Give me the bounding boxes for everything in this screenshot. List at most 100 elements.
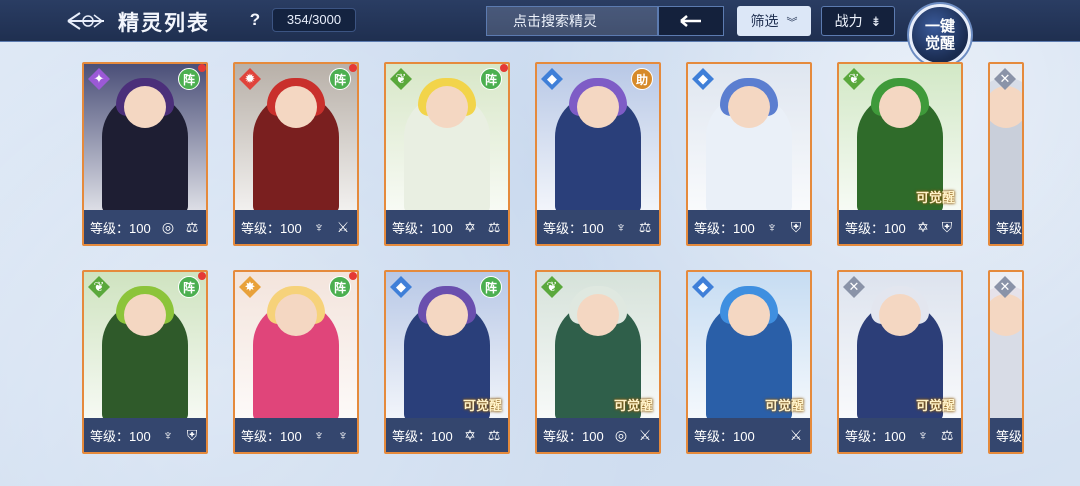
notification-dot [349,272,357,280]
trait-icons: ♆ ⛨ [158,425,202,445]
trait-icons: ♆ ⚔ [309,217,353,237]
spirit-card[interactable]: ◆ 等级：100 ♆ ⛨ [686,62,812,246]
trait-icons: ✡ ⛨ [913,217,957,237]
level-text: 等级：100 [543,220,604,236]
character-face [275,294,317,336]
search-go-button[interactable] [658,6,724,36]
level-text: 等级：100 [241,220,302,236]
level-text: 等级：100 [694,428,755,444]
awaken-label-line2: 觉醒 [924,35,955,52]
spirit-card[interactable]: ❦ 阵等级：100 ✡ ⚖ [384,62,510,246]
card-footer: 等级：100 ⚔ [688,418,810,452]
spirit-card[interactable]: ◆ 阵可觉醒 等级：100 ✡ ⚖ [384,270,510,454]
spirit-card[interactable]: ❦ 可觉醒 等级：100 ◎ ⚔ [535,270,661,454]
spirit-card[interactable]: ✕ 等级 [988,62,1024,246]
card-footer: 等级：100 ✡ ⚖ [386,418,508,452]
trait-icons: ✡ ⚖ [460,425,504,445]
character-face [124,86,166,128]
formation-badge: 阵 [178,276,200,298]
spirit-card[interactable]: ✸ 阵等级：100 ♆ ♆ [233,270,359,454]
trait-icon: ⚔ [789,426,803,443]
card-footer: 等级：100 ✡ ⛨ [839,210,961,244]
trait-icons: ♆ ⚖ [913,425,957,445]
power-label: 战力 [834,13,863,29]
trait-icon: ⚖ [638,218,652,235]
chevron-down-icon: ︾ [786,17,798,29]
trait-icon: ⚖ [487,426,501,443]
character-face [426,86,468,128]
spirit-count: 354/3000 [272,8,356,32]
spirit-card[interactable]: ✹ 阵等级：100 ♆ ⚔ [233,62,359,246]
trait-icon: ♆ [313,219,325,235]
level-text: 等级：100 [90,220,151,236]
level-text: 等级：100 [543,428,604,444]
trait-icon: ✡ [464,426,476,443]
level-text: 等级：100 [241,428,302,444]
card-footer: 等级：100 ♆ ⛨ [84,418,206,452]
character-face [426,294,468,336]
formation-badge: 阵 [329,276,351,298]
trait-icons: ♆ ♆ [309,425,353,445]
spirit-card[interactable]: ✕ 可觉醒 等级：100 ♆ ⚖ [837,270,963,454]
notification-dot [198,272,206,280]
trait-icon: ⚔ [336,218,350,235]
filter-label: 筛选 [750,13,779,29]
level-text: 等级：100 [845,220,906,236]
trait-icon: ⚖ [487,218,501,235]
level-text: 等级：100 [90,428,151,444]
trait-icons: ◎ ⚔ [611,425,655,445]
trait-icon: ◎ [614,426,628,443]
spirit-card[interactable]: ✦ 阵等级：100 ◎ ⚖ [82,62,208,246]
trait-icon: ✡ [917,218,929,235]
character-face [124,294,166,336]
assist-badge: 助 [631,68,653,90]
trait-icon: ⚖ [185,218,199,235]
back-button[interactable] [62,6,110,36]
notification-dot [500,64,508,72]
awakenable-label: 可觉醒 [462,398,502,413]
character-face [728,294,770,336]
card-footer: 等级 [990,418,1022,452]
back-arrow-icon [67,12,104,30]
power-sort-button[interactable]: 战力 ⇟ [821,6,895,36]
card-footer: 等级：100 ♆ ⚖ [839,418,961,452]
card-footer: 等级：100 ♆ ⚔ [235,210,357,244]
formation-badge: 阵 [178,68,200,90]
spirit-card[interactable]: ❦ 可觉醒 等级：100 ✡ ⛨ [837,62,963,246]
awakenable-label: 可觉醒 [915,398,955,413]
trait-icons: ♆ ⛨ [762,217,806,237]
trait-icons: ⚔ [786,425,806,445]
trait-icon: ⛨ [790,218,802,235]
spirit-card[interactable]: ✕ 等级 [988,270,1024,454]
help-icon[interactable]: ? [244,9,266,31]
awakenable-label: 可觉醒 [613,398,653,413]
character-face [990,294,1022,336]
trait-icon: ♆ [766,219,778,235]
level-text: 等级：100 [694,220,755,236]
trait-icon: ♆ [615,219,627,235]
character-face [879,294,921,336]
filter-button[interactable]: 筛选 ︾ [737,6,811,36]
trait-icon: ⚖ [940,426,954,443]
card-footer: 等级：100 ✡ ⚖ [386,210,508,244]
spirit-card[interactable]: ❦ 阵等级：100 ♆ ⛨ [82,270,208,454]
spirit-card[interactable]: ◆ 可觉醒 等级：100 ⚔ [686,270,812,454]
awakenable-label: 可觉醒 [915,190,955,205]
formation-badge: 阵 [480,68,502,90]
trait-icon: ⛨ [186,426,198,443]
trait-icons: ♆ ⚖ [611,217,655,237]
card-footer: 等级：100 ◎ ⚔ [537,418,659,452]
card-footer: 等级 [990,210,1022,244]
one-click-awaken-button[interactable]: 一键 觉醒 [909,4,971,66]
trait-icon: ⚔ [638,426,652,443]
formation-badge: 阵 [480,276,502,298]
spirit-card[interactable]: ◆ 助等级：100 ♆ ⚖ [535,62,661,246]
trait-icon: ♆ [162,427,174,443]
character-face [879,86,921,128]
notification-dot [349,64,357,72]
character-face [577,86,619,128]
card-footer: 等级：100 ♆ ♆ [235,418,357,452]
search-input[interactable]: 点击搜索精灵 [486,6,658,36]
level-text: 等级：100 [392,220,453,236]
card-footer: 等级：100 ◎ ⚖ [84,210,206,244]
